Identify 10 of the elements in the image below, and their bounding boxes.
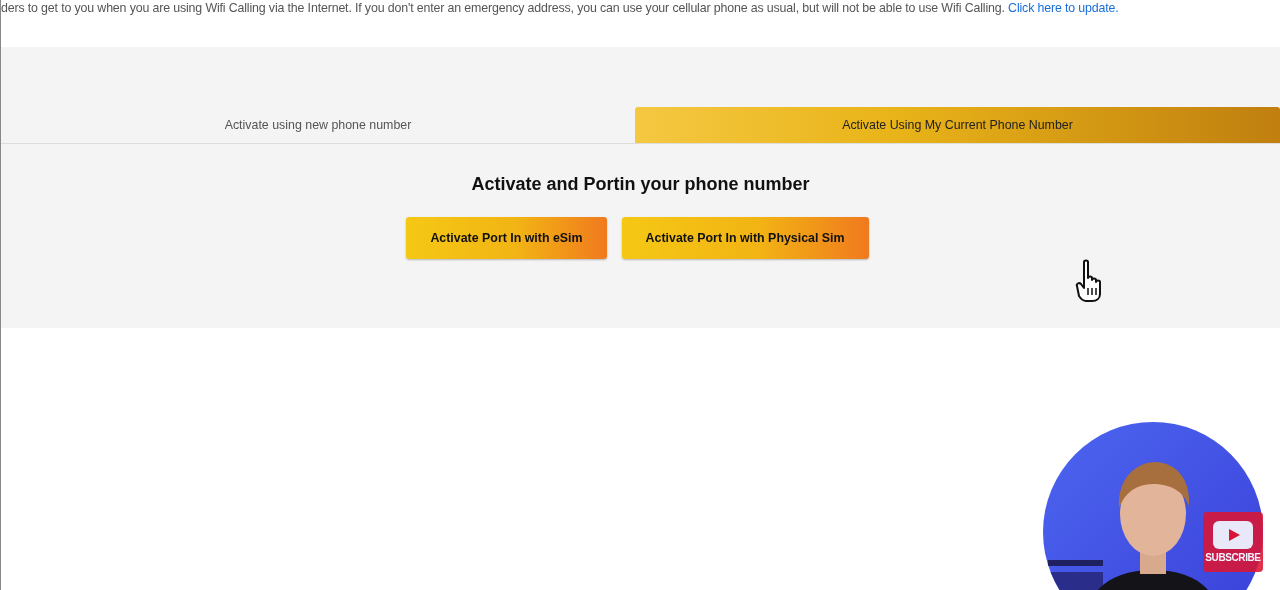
notice-text: ders to get to you when you are using Wifi Calling via the Internet. If you don't enter an emergency address, you can use your cellular phone as usual, but will not be able to use Wifi Calling. Click here to update. [1, 0, 1120, 17]
activate-button[interactable]: Activate Port In with Physical Sim [621, 217, 869, 259]
tab[interactable]: Activate using new phone number [1, 107, 635, 143]
subscribe-badge[interactable]: SUBSCRIBE [1203, 512, 1263, 572]
play-icon [1213, 521, 1253, 549]
activate-button[interactable]: Activate Port In with eSim [406, 217, 607, 259]
tab[interactable]: Activate Using My Current Phone Number [635, 107, 1280, 143]
update-link[interactable]: Click here to update. [1008, 1, 1119, 15]
subscribe-label: SUBSCRIBE [1205, 552, 1261, 563]
section-heading: Activate and Portin your phone number [470, 174, 811, 195]
